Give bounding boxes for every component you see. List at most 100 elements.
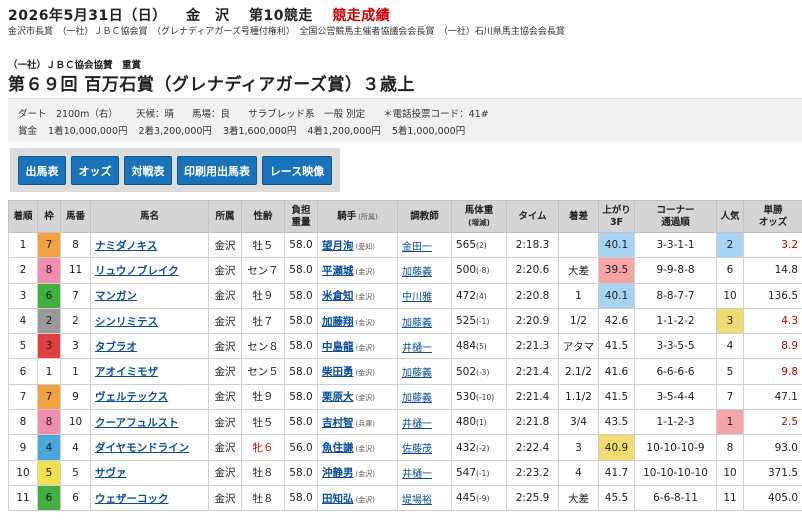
body-weight: 484: [456, 340, 477, 353]
trainer-link[interactable]: 加藤義: [402, 267, 432, 278]
time-cell: 2:18.3: [506, 231, 559, 259]
umaban-cell: 3: [60, 333, 91, 360]
prize-1: 1着10,000,000円: [48, 126, 128, 137]
horse-name-link[interactable]: シンリミテス: [95, 316, 158, 328]
umaban-cell: 10: [60, 409, 91, 436]
sexage-cell: セン７: [241, 257, 285, 284]
corner-cell: 6-6-6-6: [634, 358, 717, 385]
prize-5: 5着1,000,000円: [391, 126, 466, 137]
popularity-cell: 10: [716, 282, 744, 309]
trainer-link[interactable]: 佐藤茂: [402, 444, 432, 455]
weight-cell: 530(-10): [451, 383, 507, 411]
print-entry-button[interactable]: 印刷用出馬表: [177, 156, 257, 185]
horse-cell: マンガン: [90, 282, 209, 309]
corner-cell: 9-9-8-8: [634, 257, 717, 284]
weight-diff: (1): [476, 418, 487, 428]
horse-name-link[interactable]: リュウノブレイク: [95, 265, 179, 277]
corner-cell: 3-3-5-5: [634, 333, 717, 360]
weight-cell: 500(-8): [451, 257, 507, 284]
prize-line: 賞金 1着10,000,000円 2着3,200,000円 3着1,600,00…: [18, 123, 473, 137]
jockey-link[interactable]: 平瀬城: [322, 265, 354, 277]
matchup-button[interactable]: 対戦表: [124, 156, 172, 185]
jockey-link[interactable]: 吉村智: [322, 417, 354, 429]
umaban-cell: 7: [60, 282, 91, 309]
last3f-cell: 39.5: [598, 257, 635, 284]
trainer-link[interactable]: 井樋一: [402, 343, 432, 354]
trainer-link[interactable]: 井樋一: [402, 469, 432, 480]
sexage-cell: 牡８: [241, 484, 285, 512]
odds-cell: 2.5: [743, 409, 802, 436]
horse-name-link[interactable]: ナミダノキス: [95, 240, 157, 252]
jockey-cell: 魚住謙 (金沢): [317, 434, 398, 461]
umaban-cell: 6: [60, 484, 91, 512]
horse-name-link[interactable]: マンガン: [95, 290, 137, 302]
burden-cell: 58.0: [284, 484, 318, 512]
odds-cell: 371.5: [743, 459, 802, 486]
popularity-cell: 2: [716, 231, 744, 259]
weight-cell: 432(-2): [451, 434, 507, 461]
trainer-link[interactable]: 金田一: [402, 242, 432, 253]
jockey-link[interactable]: 栗原大: [322, 391, 354, 403]
rank-cell: 1: [8, 231, 38, 259]
weight-diff: (-3): [476, 367, 490, 377]
trainer-link[interactable]: 加藤義: [402, 393, 432, 404]
col-trainer: 調教師: [397, 200, 452, 233]
body-weight: 565: [456, 239, 477, 252]
body-weight: 445: [456, 492, 477, 505]
weight-diff: (2): [476, 241, 487, 251]
result-label: 競走成績: [332, 8, 391, 24]
horse-cell: アオイミモザ: [90, 358, 209, 385]
track-info: 馬場：良: [192, 109, 231, 120]
jockey-link[interactable]: 加藤翔: [322, 316, 354, 328]
horse-name-link[interactable]: サヴァ: [95, 467, 127, 479]
horse-name-link[interactable]: ウェザーコック: [95, 493, 169, 505]
umaban-cell: 8: [60, 231, 91, 259]
horse-name-link[interactable]: ダイヤモンドライン: [95, 442, 189, 454]
trainer-link[interactable]: 加藤義: [402, 318, 432, 329]
horse-name-link[interactable]: ヴェルテックス: [95, 391, 168, 403]
rank-cell: 2: [8, 257, 38, 284]
odds-cell: 9.8: [743, 358, 802, 385]
jockey-affiliation: (金沢): [355, 267, 375, 276]
last3f-cell: 41.5: [598, 383, 635, 411]
jockey-affiliation: (金沢): [355, 293, 375, 302]
odds-value: 136.5: [767, 289, 798, 302]
time-cell: 2:22.4: [506, 434, 559, 461]
waku-cell: 3: [37, 333, 61, 360]
stable-cell: 金沢: [208, 434, 242, 461]
jockey-link[interactable]: 田知弘: [322, 493, 354, 505]
entry-list-button[interactable]: 出馬表: [18, 156, 66, 185]
rank-cell: 6: [8, 358, 38, 385]
horse-name-link[interactable]: クーアフュルスト: [95, 417, 179, 429]
jockey-link[interactable]: 沖静男: [322, 467, 354, 479]
trainer-link[interactable]: 加藤義: [402, 368, 432, 379]
weight-diff: (-2): [476, 443, 490, 453]
horse-name-link[interactable]: タブラオ: [95, 341, 137, 353]
trainer-link[interactable]: 堤場裕: [402, 495, 432, 506]
time-cell: 2:21.3: [506, 333, 559, 360]
jockey-link[interactable]: 柴田勇: [322, 366, 354, 378]
popularity-cell: 3: [716, 307, 744, 335]
odds-cell: 93.0: [743, 434, 802, 461]
rank-cell: 11: [8, 484, 38, 512]
jockey-link[interactable]: 米倉知: [322, 290, 354, 302]
stable-cell: 金沢: [208, 484, 242, 512]
time-cell: 2:20.8: [506, 282, 559, 309]
odds-button[interactable]: オッズ: [71, 156, 119, 185]
jockey-link[interactable]: 魚住謙: [322, 442, 354, 454]
jockey-link[interactable]: 中島龍: [322, 341, 354, 353]
jockey-link[interactable]: 望月洵: [322, 240, 354, 252]
last3f-cell: 40.9: [598, 434, 635, 461]
odds-value: 3.2: [781, 239, 798, 252]
margin-cell: 大差: [558, 257, 599, 284]
trainer-link[interactable]: 井樋一: [402, 419, 432, 430]
horse-name-link[interactable]: アオイミモザ: [95, 366, 158, 378]
margin-cell: 3: [558, 434, 599, 461]
trainer-cell: 井樋一: [397, 409, 452, 436]
trainer-link[interactable]: 中川雅: [402, 292, 432, 303]
popularity-cell: 1: [716, 409, 744, 436]
horse-cell: ウェザーコック: [90, 484, 209, 512]
prize-3: 3着1,600,000円: [222, 126, 297, 137]
race-video-button[interactable]: レース映像: [262, 156, 332, 185]
horse-cell: ヴェルテックス: [90, 383, 209, 411]
